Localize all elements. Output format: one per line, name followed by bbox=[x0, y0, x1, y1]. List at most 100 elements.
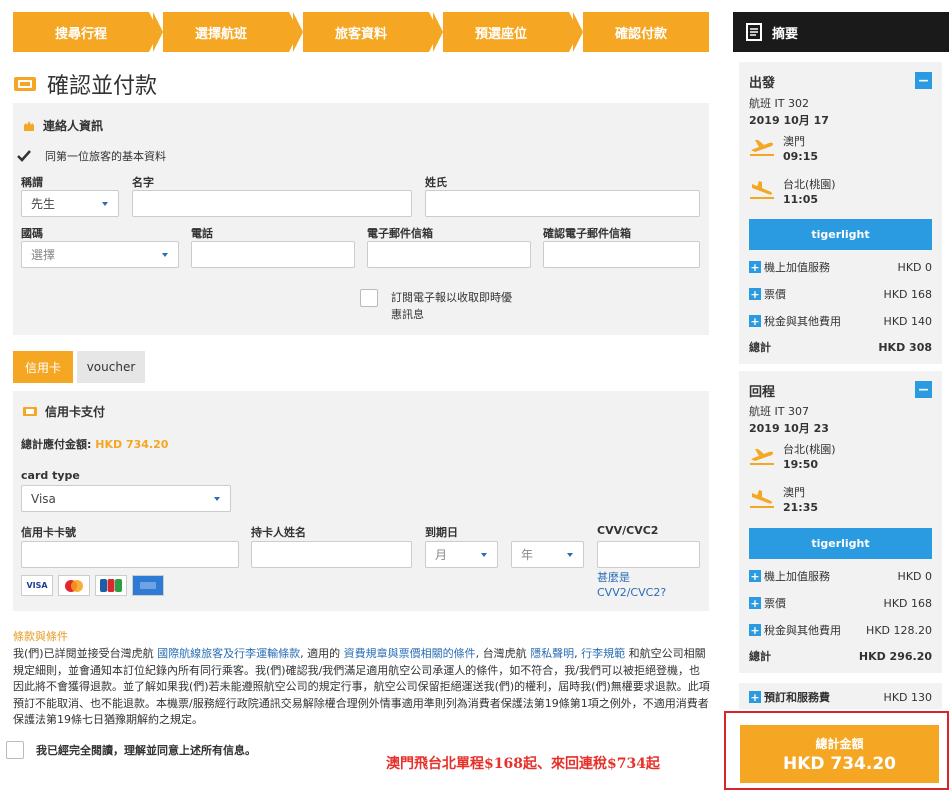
first-name-input[interactable] bbox=[132, 190, 412, 217]
chevron-down-icon bbox=[214, 497, 220, 501]
collapse-outbound-button[interactable]: − bbox=[915, 72, 932, 89]
grand-total-amount: HKD 734.20 bbox=[782, 753, 897, 774]
newsletter-label: 訂閱電子報以收取即時優 惠訊息 bbox=[391, 291, 512, 321]
inbound-flight-number: 航班 IT 307 bbox=[749, 405, 809, 418]
newsletter-checkbox[interactable] bbox=[360, 289, 378, 307]
booking-fee-row[interactable]: + 預訂和服務費 HKD 130 bbox=[749, 690, 932, 704]
outbound-to-city: 台北(桃園) bbox=[783, 178, 836, 191]
outbound-flight-number: 航班 IT 302 bbox=[749, 97, 809, 110]
email-input[interactable] bbox=[367, 241, 531, 268]
minus-icon: − bbox=[917, 72, 930, 89]
baggage-rules-link[interactable]: 行李規範 bbox=[581, 647, 625, 660]
card-logos: VISA bbox=[21, 575, 164, 596]
inbound-title: 回程 bbox=[749, 385, 776, 400]
booking-fee-box: + 預訂和服務費 HKD 130 bbox=[739, 683, 942, 709]
agree-checkbox[interactable] bbox=[6, 741, 24, 759]
chevron-down-icon bbox=[481, 553, 487, 557]
plus-icon: + bbox=[749, 569, 761, 583]
inbound-fare-row[interactable]: + 票價 HKD 168 bbox=[749, 596, 932, 610]
cvv-input[interactable] bbox=[597, 541, 700, 568]
cvv-help-link[interactable]: 甚麼是 CVV2/CVC2? bbox=[597, 570, 666, 600]
carriage-terms-link[interactable]: 國際航線旅客及行李運輸條款 bbox=[157, 647, 300, 660]
total-due: 總計應付金額: HKD 734.20 bbox=[21, 438, 169, 451]
contact-icon bbox=[24, 120, 34, 131]
country-code-select[interactable]: 選擇 bbox=[21, 241, 179, 268]
minus-icon: − bbox=[917, 381, 930, 398]
collapse-inbound-button[interactable]: − bbox=[915, 381, 932, 398]
outbound-fare-row[interactable]: + 票價 HKD 168 bbox=[749, 287, 932, 301]
terms-title: 條款與條件 bbox=[13, 630, 68, 643]
step-search[interactable]: 搜尋行程 bbox=[13, 12, 159, 52]
card-number-label: 信用卡卡號 bbox=[21, 526, 76, 539]
promo-text: 澳門飛台北單程$168起、來回連稅$734起 bbox=[386, 756, 660, 772]
plus-icon: + bbox=[749, 690, 761, 704]
phone-input[interactable] bbox=[191, 241, 355, 268]
card-number-input[interactable] bbox=[21, 541, 239, 568]
inbound-date: 2019 10月 23 bbox=[749, 422, 829, 435]
contact-panel: 連絡人資訊 同第一位旅客的基本資料 稱謂 先生 名字 姓氏 國碼 選擇 電話 電… bbox=[13, 103, 709, 335]
step-seat-selection[interactable]: 預選座位 bbox=[433, 12, 579, 52]
inbound-tax-row[interactable]: + 稅金與其他費用 HKD 128.20 bbox=[749, 623, 932, 637]
landing-plane-icon bbox=[750, 490, 774, 508]
landing-plane-icon bbox=[750, 181, 774, 199]
tab-voucher[interactable]: voucher bbox=[77, 351, 145, 383]
grand-total-label: 總計金額 bbox=[815, 736, 864, 751]
privacy-link[interactable]: 隱私聲明 bbox=[530, 647, 574, 660]
chevron-down-icon bbox=[162, 253, 168, 257]
outbound-summary: 出發 − 航班 IT 302 2019 10月 17 澳門 09:15 台北(桃… bbox=[739, 62, 942, 364]
first-name-label: 名字 bbox=[132, 176, 154, 189]
expiry-year-select[interactable]: 年 bbox=[511, 541, 584, 568]
ticket-icon bbox=[23, 407, 37, 416]
step-select-flight[interactable]: 選擇航班 bbox=[153, 12, 299, 52]
plus-icon: + bbox=[749, 287, 761, 301]
step-confirm-pay: 確認付款 bbox=[573, 12, 709, 52]
email-label: 電子郵件信箱 bbox=[367, 227, 433, 240]
holder-name-label: 持卡人姓名 bbox=[251, 526, 306, 539]
last-name-input[interactable] bbox=[425, 190, 700, 217]
last-name-label: 姓氏 bbox=[425, 176, 447, 189]
plus-icon: + bbox=[749, 314, 761, 328]
country-code-label: 國碼 bbox=[21, 227, 43, 240]
terms-body: 我(們)已詳閱並接受台灣虎航 國際航線旅客及行李運輸條款, 適用的 資費規章與票… bbox=[13, 647, 710, 726]
inbound-summary: 回程 − 航班 IT 307 2019 10月 23 台北(桃園) 19:50 … bbox=[739, 371, 942, 673]
summary-header: 摘要 bbox=[733, 12, 949, 52]
title-label: 稱謂 bbox=[21, 176, 43, 189]
same-as-first-label: 同第一位旅客的基本資料 bbox=[45, 150, 166, 163]
progress-steps: 搜尋行程 選擇航班 旅客資料 預選座位 確認付款 bbox=[13, 12, 709, 52]
outbound-addons-row[interactable]: + 機上加值服務 HKD 0 bbox=[749, 260, 932, 274]
visa-logo-icon: VISA bbox=[21, 575, 53, 596]
outbound-title: 出發 bbox=[749, 76, 776, 91]
inbound-fare-badge: tigerlight bbox=[749, 528, 932, 559]
tab-credit-card[interactable]: 信用卡 bbox=[13, 351, 73, 383]
amex-logo-icon bbox=[132, 575, 164, 596]
holder-name-input[interactable] bbox=[251, 541, 412, 568]
expiry-month-select[interactable]: 月 bbox=[425, 541, 498, 568]
card-type-select[interactable]: Visa bbox=[21, 485, 231, 512]
card-payment-panel: 信用卡支付 總計應付金額: HKD 734.20 card type Visa … bbox=[13, 391, 709, 611]
expiry-label: 到期日 bbox=[425, 526, 458, 539]
jcb-logo-icon bbox=[95, 575, 127, 596]
confirm-email-input[interactable] bbox=[543, 241, 700, 268]
fare-rules-link[interactable]: 資費規章與票價相關的條件 bbox=[344, 647, 476, 660]
plus-icon: + bbox=[749, 596, 761, 610]
takeoff-plane-icon bbox=[750, 140, 774, 156]
outbound-fare-badge: tigerlight bbox=[749, 219, 932, 250]
inbound-addons-row[interactable]: + 機上加值服務 HKD 0 bbox=[749, 569, 932, 583]
card-payment-heading: 信用卡支付 bbox=[23, 403, 105, 420]
same-as-first-checkbox[interactable] bbox=[15, 147, 33, 165]
mastercard-logo-icon bbox=[58, 575, 90, 596]
plus-icon: + bbox=[749, 623, 761, 637]
agree-row: 我已經完全閱讀，理解並同意上述所有信息。 bbox=[6, 741, 256, 759]
step-passenger-info[interactable]: 旅客資料 bbox=[293, 12, 439, 52]
page-title-row: 確認並付款 bbox=[13, 68, 157, 100]
contact-heading: 連絡人資訊 bbox=[23, 117, 103, 134]
inbound-from-time: 19:50 bbox=[783, 458, 819, 471]
ticket-icon bbox=[14, 77, 36, 91]
outbound-tax-row[interactable]: + 稅金與其他費用 HKD 140 bbox=[749, 314, 932, 328]
plus-icon: + bbox=[749, 260, 761, 274]
outbound-date: 2019 10月 17 bbox=[749, 114, 829, 127]
title-select[interactable]: 先生 bbox=[21, 190, 119, 217]
grand-total-highlight: 總計金額 HKD 734.20 bbox=[724, 711, 949, 790]
outbound-to-time: 11:05 bbox=[783, 193, 819, 206]
takeoff-plane-icon bbox=[750, 449, 774, 465]
